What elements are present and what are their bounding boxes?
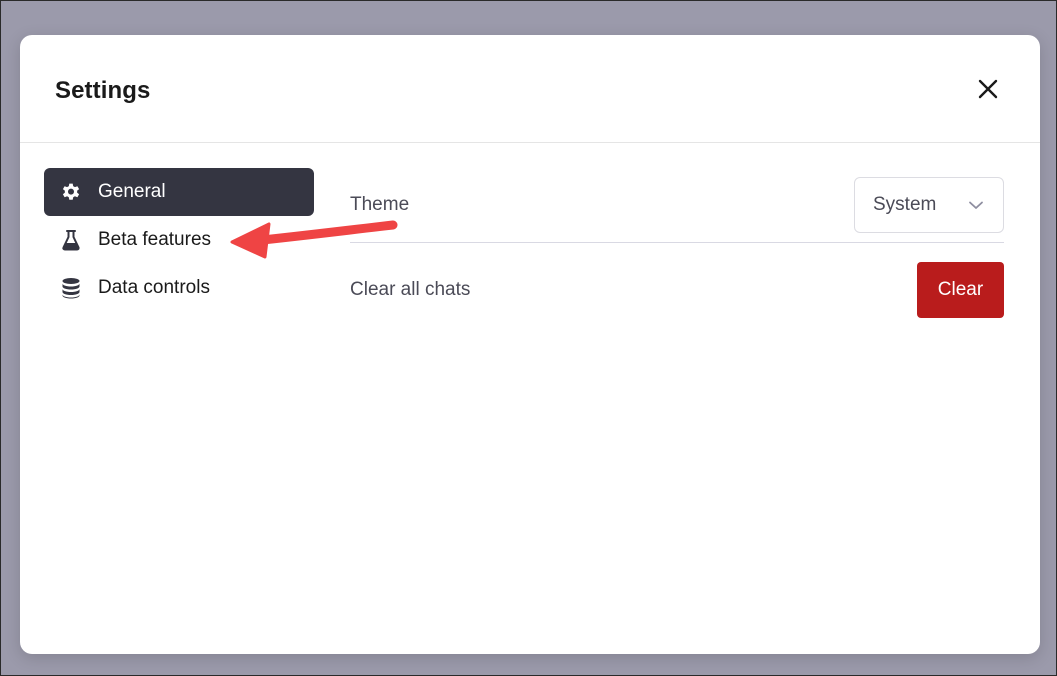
sidebar-item-general[interactable]: General [44,168,314,216]
settings-sidebar: General Beta features Data controls [44,168,314,312]
theme-row: Theme System [350,168,1004,243]
clear-chats-label: Clear all chats [350,279,471,300]
flask-icon [58,227,84,253]
theme-select[interactable]: System [854,177,1004,233]
clear-chats-row: Clear all chats Clear [350,243,1004,337]
general-settings-panel: Theme System Clear all chats Clear [350,168,1004,337]
chevron-down-icon [969,201,983,209]
sidebar-item-label: General [98,181,166,202]
settings-modal: Settings General Beta features Data cont… [20,35,1040,654]
sidebar-item-label: Data controls [98,277,210,298]
theme-select-value: System [873,194,937,215]
modal-header: Settings [20,35,1040,143]
sidebar-item-beta-features[interactable]: Beta features [44,216,314,264]
clear-button[interactable]: Clear [917,262,1004,318]
close-icon [978,79,998,99]
sidebar-item-label: Beta features [98,229,212,250]
database-icon [58,275,84,301]
modal-title: Settings [55,77,151,104]
close-button[interactable] [974,75,1002,103]
gear-icon [58,179,84,205]
theme-label: Theme [350,194,410,215]
sidebar-item-data-controls[interactable]: Data controls [44,264,314,312]
